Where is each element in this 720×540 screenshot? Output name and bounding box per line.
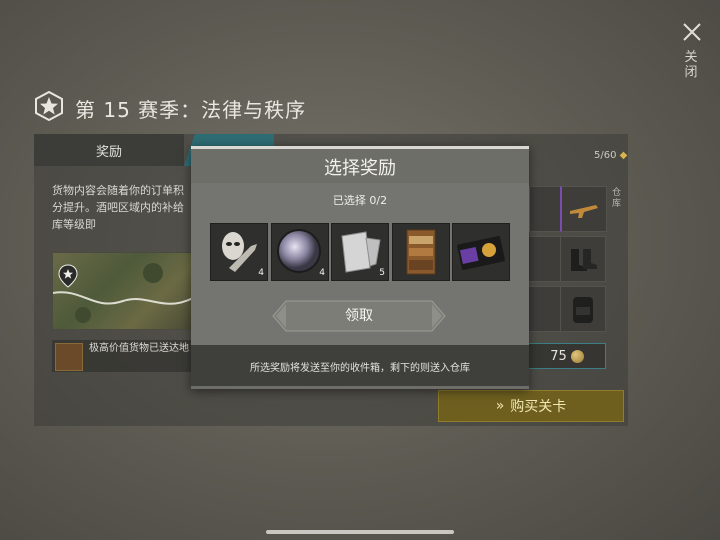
claim-button[interactable]: 领取: [272, 300, 446, 332]
season-progress: 5/60 ◆: [594, 150, 627, 161]
reward-slot-mask-wrench[interactable]: 4: [210, 223, 268, 281]
reward-count: 4: [319, 268, 325, 278]
coin-icon: [570, 349, 584, 363]
backpack-icon: [573, 297, 593, 323]
buy-level-label: 购买关卡: [510, 399, 567, 415]
high-value-note-text: 极高价值货物已送达地！: [89, 343, 199, 354]
shelf-icon: [406, 229, 436, 275]
diamond-icon: ◆: [619, 150, 628, 161]
progress-text: 5/60: [594, 150, 617, 161]
reward-slot-lens[interactable]: 4: [271, 223, 329, 281]
map-pin-icon: [58, 264, 78, 288]
reward-count: 4: [258, 268, 264, 278]
boots-icon: [571, 249, 597, 271]
coin-cost: 75: [528, 343, 606, 369]
grid-item-boots-2[interactable]: [560, 236, 606, 282]
shield-star-icon: [35, 91, 63, 121]
double-chevron-right-icon: »: [495, 398, 505, 414]
badge-wallet-icon: [457, 236, 505, 270]
reward-count: 5: [379, 268, 385, 278]
grid-item-rifle[interactable]: [560, 186, 607, 232]
rifle-icon: [570, 205, 598, 218]
grid-item-backpack[interactable]: [560, 286, 606, 332]
home-indicator[interactable]: [266, 530, 454, 534]
reward-slot-badge[interactable]: [452, 223, 510, 281]
coin-value: 75: [550, 348, 567, 364]
dialog-footer-text: 所选奖励将发送至你的收件箱，剩下的则送入仓库: [250, 363, 470, 374]
warehouse-label: 仓库: [612, 188, 622, 209]
close-x-icon[interactable]: [682, 22, 702, 42]
reward-slot-foil[interactable]: 5: [331, 223, 389, 281]
dialog-title: 选择奖励: [324, 158, 396, 179]
buy-level-button[interactable]: » 购买关卡: [438, 390, 624, 422]
close-label[interactable]: 关闭: [684, 50, 698, 80]
tab-rewards[interactable]: 奖励: [34, 134, 184, 166]
reward-slot-shelf[interactable]: [392, 223, 450, 281]
cargo-icon: [55, 343, 83, 371]
season-title: 第 15 赛季：法律与秩序: [75, 98, 307, 122]
cargo-description: 货物内容会随着你的订单积分提升。酒吧区域内的补给库等级即: [52, 184, 184, 231]
selected-count: 已选择 0/2: [332, 194, 388, 207]
